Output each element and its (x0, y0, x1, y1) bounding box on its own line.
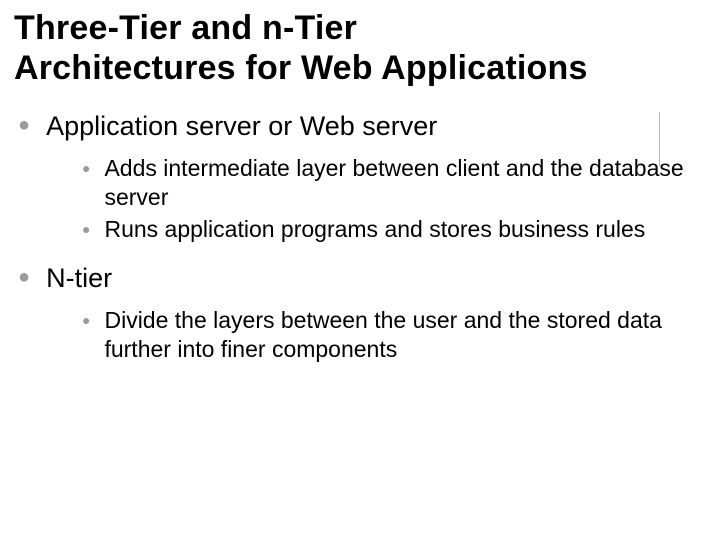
circle-bullet-icon: ● (18, 262, 30, 292)
level2-text: Divide the layers between the user and t… (104, 306, 706, 364)
title-line2: Architectures for Web Applications (14, 49, 588, 87)
bullet-level1: ● Application server or Web server (18, 110, 706, 144)
bullet-level1: ● N-tier (18, 262, 706, 296)
bullet-level2: ● Runs application programs and stores b… (82, 215, 706, 244)
circle-bullet-icon: ● (82, 306, 90, 334)
slide-title: Three-Tier and n-Tier Architectures for … (14, 8, 706, 88)
slide-content: ● Application server or Web server ● Add… (14, 110, 706, 363)
circle-bullet-icon: ● (82, 215, 90, 243)
level1-text: Application server or Web server (46, 110, 437, 144)
circle-bullet-icon: ● (18, 110, 30, 140)
level1-text: N-tier (46, 262, 112, 296)
title-line1: Three-Tier and n-Tier (14, 9, 357, 47)
bullet-level2: ● Adds intermediate layer between client… (82, 154, 706, 212)
sub-bullets: ● Adds intermediate layer between client… (82, 154, 706, 244)
decorative-vertical-line (659, 112, 660, 166)
sub-bullets: ● Divide the layers between the user and… (82, 306, 706, 364)
level2-text: Adds intermediate layer between client a… (104, 154, 706, 212)
circle-bullet-icon: ● (82, 154, 90, 182)
bullet-level2: ● Divide the layers between the user and… (82, 306, 706, 364)
level2-text: Runs application programs and stores bus… (104, 215, 645, 244)
slide: Three-Tier and n-Tier Architectures for … (0, 0, 720, 540)
